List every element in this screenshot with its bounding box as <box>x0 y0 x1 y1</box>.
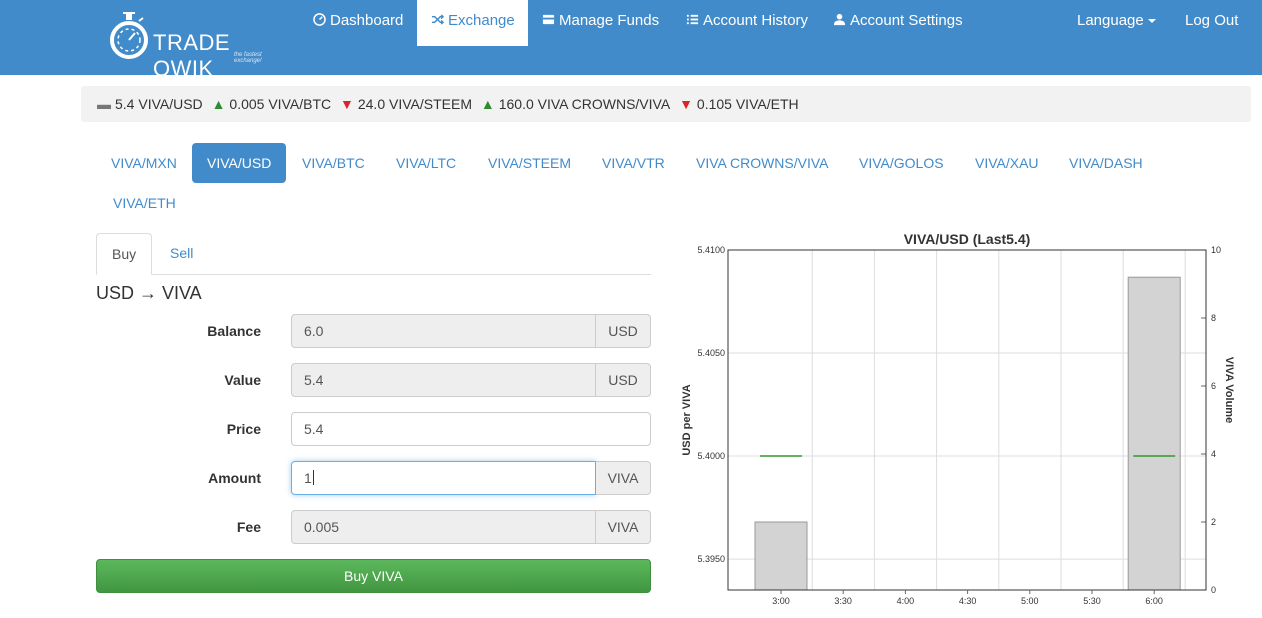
ticker-text: 0.105 VIVA/ETH <box>696 96 799 112</box>
shuffle-icon <box>431 14 444 25</box>
x-tick-label: 5:00 <box>1021 596 1039 606</box>
price-chart: VIVA/USD (Last5.4) 5.3950 5.4000 5.4050 5.41… <box>676 228 1236 608</box>
nav-language-label: Language <box>1077 12 1144 29</box>
nav-exchange[interactable]: Exchange <box>417 0 528 46</box>
chart-svg: VIVA/USD (Last5.4) 5.3950 5.4000 5.4050 5.41… <box>681 231 1235 606</box>
y-tick-label: 5.4000 <box>697 451 725 461</box>
minus-icon: ▬ <box>97 96 111 112</box>
chevron-up-icon: ▲ <box>211 96 226 112</box>
price-ticker: ▬ 5.4 VIVA/USD ▲ 0.005 VIVA/BTC ▼ 24.0 VIVA… <box>81 86 1251 122</box>
x-tick-label: 5:30 <box>1083 596 1101 606</box>
tab-buy[interactable]: Buy <box>96 233 153 275</box>
fee-field: 0.005 <box>291 510 596 544</box>
x-tick-label: 4:30 <box>959 596 977 606</box>
value-field: 5.4 <box>291 363 596 397</box>
pair-tab-viva-ltc[interactable]: VIVA/LTC <box>381 143 471 183</box>
ticker-item: ▼ 0.105 VIVA/ETH <box>679 86 799 122</box>
pair-tab-viva-vtr[interactable]: VIVA/VTR <box>587 143 680 183</box>
nav-manage-funds[interactable]: Manage Funds <box>531 0 670 46</box>
amount-label: Amount <box>208 470 261 486</box>
value-unit: USD <box>596 363 651 397</box>
form-title: USD → VIVA <box>96 283 202 303</box>
y2-tick-label: 8 <box>1211 313 1216 323</box>
x-tick-label: 3:00 <box>772 596 790 606</box>
caret-down-icon <box>1147 19 1156 24</box>
pair-tab-viva-dash[interactable]: VIVA/DASH <box>1054 143 1158 183</box>
list-icon <box>686 14 699 25</box>
nav-dashboard-label: Dashboard <box>330 12 404 29</box>
volume-bar <box>1127 276 1181 591</box>
nav-logout[interactable]: Log Out <box>1174 0 1249 46</box>
ticker-text: 0.005 VIVA/BTC <box>229 96 332 112</box>
nav-account-settings-label: Account Settings <box>850 12 963 29</box>
value-label: Value <box>224 372 261 388</box>
y-tick-label: 5.4050 <box>697 348 725 358</box>
dashboard-icon <box>313 13 326 26</box>
y2-tick-label: 0 <box>1211 585 1216 595</box>
chevron-down-icon: ▼ <box>679 96 693 112</box>
nav-account-history-label: Account History <box>703 12 809 29</box>
x-tick-label: 6:00 <box>1145 596 1163 606</box>
credit-card-icon <box>542 14 555 25</box>
ticker-item: ▬ 5.4 VIVA/USD <box>97 86 203 122</box>
nav-account-settings[interactable]: Account Settings <box>822 0 974 46</box>
amount-value: 1 <box>304 470 312 486</box>
ticker-item: ▲ 0.005 VIVA/BTC <box>212 86 332 122</box>
pair-tab-viva-xau[interactable]: VIVA/XAU <box>960 143 1054 183</box>
chevron-down-icon: ▼ <box>340 96 354 112</box>
pair-tab-viva-crowns-viva[interactable]: VIVA CROWNS/VIVA <box>681 143 844 183</box>
amount-unit: VIVA <box>596 461 651 495</box>
ticker-item: ▼ 24.0 VIVA/STEEM <box>340 86 472 122</box>
nav-account-history[interactable]: Account History <box>675 0 819 46</box>
x-tick-label: 3:30 <box>834 596 852 606</box>
pair-tab-viva-golos[interactable]: VIVA/GOLOS <box>844 143 959 183</box>
user-icon <box>833 13 846 26</box>
y2-tick-label: 6 <box>1211 381 1216 391</box>
y2-tick-label: 10 <box>1211 245 1221 255</box>
pair-tab-viva-mxn[interactable]: VIVA/MXN <box>96 143 192 183</box>
y-axis-label: USD per VIVA <box>681 384 693 455</box>
y2-tick-label: 4 <box>1211 449 1216 459</box>
nav-dashboard[interactable]: Dashboard <box>302 0 414 46</box>
ticker-text: 24.0 VIVA/STEEM <box>357 96 472 112</box>
nav-exchange-label: Exchange <box>448 12 515 29</box>
balance-field: 6.0 <box>291 314 596 348</box>
nav-manage-funds-label: Manage Funds <box>559 12 660 29</box>
buy-viva-button[interactable]: Buy VIVA <box>96 559 651 593</box>
chart-title: VIVA/USD (Last5.4) <box>904 231 1031 247</box>
fee-unit: VIVA <box>596 510 651 544</box>
balance-label: Balance <box>207 323 261 339</box>
pair-tab-viva-steem[interactable]: VIVA/STEEM <box>473 143 586 183</box>
x-tick-label: 4:00 <box>897 596 915 606</box>
text-cursor <box>312 470 314 485</box>
nav-logout-label: Log Out <box>1185 12 1239 29</box>
stopwatch-icon <box>110 12 148 59</box>
pair-tab-viva-usd[interactable]: VIVA/USD <box>192 143 287 183</box>
ticker-text: 160.0 VIVA CROWNS/VIVA <box>498 96 671 112</box>
nav-language-dropdown[interactable]: Language <box>1066 0 1167 46</box>
tab-sell[interactable]: Sell <box>155 233 208 275</box>
y-tick-label: 5.3950 <box>697 554 725 564</box>
y-tick-label: 5.4100 <box>697 245 725 255</box>
ticker-text: 5.4 VIVA/USD <box>115 96 203 112</box>
pair-tab-viva-eth[interactable]: VIVA/ETH <box>98 183 191 223</box>
y2-tick-label: 2 <box>1211 517 1216 527</box>
pair-tab-viva-btc[interactable]: VIVA/BTC <box>287 143 380 183</box>
volume-bar <box>754 521 808 591</box>
price-input[interactable]: 5.4 <box>291 412 651 446</box>
brand-tagline: the fastest exchange! <box>234 52 262 64</box>
navbar: TRADE QWIK the fastest exchange! Dashboa… <box>0 0 1262 81</box>
price-label: Price <box>226 421 261 437</box>
y2-axis-label: VIVA Volume <box>1223 357 1235 423</box>
brand-logo[interactable]: TRADE QWIK the fastest exchange! <box>107 10 287 81</box>
balance-unit: USD <box>596 314 651 348</box>
ticker-item: ▲ 160.0 VIVA CROWNS/VIVA <box>481 86 670 122</box>
fee-label: Fee <box>236 519 261 535</box>
chevron-up-icon: ▲ <box>480 96 495 112</box>
amount-input[interactable]: 1 <box>291 461 596 495</box>
